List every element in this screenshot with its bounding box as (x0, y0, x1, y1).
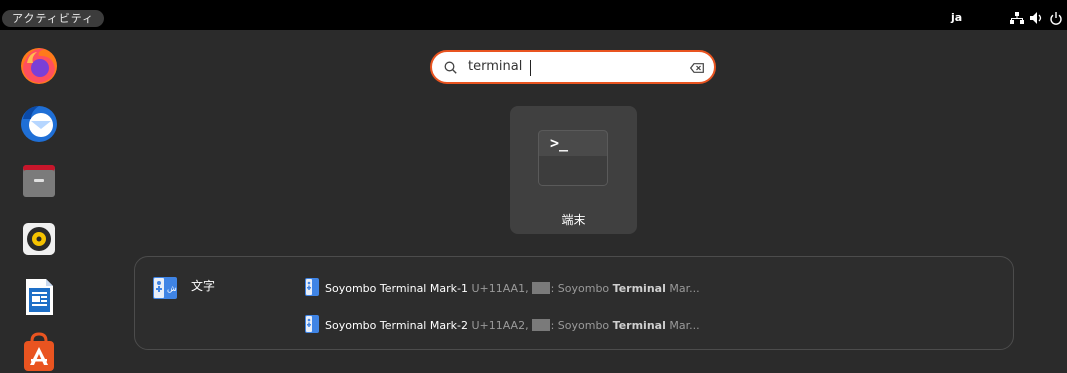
character-name: Soyombo Terminal Mark-1 (325, 282, 468, 295)
search-icon (444, 61, 457, 74)
files-icon[interactable] (17, 159, 61, 203)
character-result-item[interactable]: Soyombo Terminal Mark-1 U+11AA1, : Soyomb… (305, 278, 1005, 298)
character-name: Soyombo Terminal Mark-2 (325, 319, 468, 332)
activities-button[interactable]: アクティビティ (2, 10, 105, 27)
description-suffix: Mar... (665, 319, 700, 332)
search-input[interactable]: terminal (430, 50, 716, 84)
app-result-terminal[interactable]: >_ 端末 (510, 106, 637, 234)
character-codepoint: U+11AA1, (471, 282, 529, 295)
character-description: U+11AA2, : Soyombo Terminal Mar... (471, 319, 700, 332)
description-match: Terminal (612, 282, 666, 295)
glyph-preview (531, 282, 550, 294)
top-bar: アクティビティ ja (0, 0, 1067, 30)
network-icon[interactable] (1010, 12, 1024, 24)
clear-search-icon[interactable] (690, 63, 704, 73)
description-match: Terminal (612, 319, 666, 332)
libreoffice-writer-icon[interactable] (17, 275, 61, 319)
rhythmbox-icon[interactable] (17, 217, 61, 261)
power-icon[interactable] (1050, 12, 1062, 25)
app-center-icon[interactable] (17, 329, 61, 373)
volume-icon[interactable] (1030, 12, 1044, 24)
thunderbird-icon[interactable] (17, 101, 61, 145)
firefox-icon[interactable] (17, 43, 61, 87)
terminal-prompt-glyph: >_ (550, 134, 569, 152)
description-suffix: Mar... (665, 282, 700, 295)
search-query-text: terminal (468, 59, 523, 74)
characters-app-icon (305, 315, 319, 333)
dock (11, 38, 71, 372)
svg-text:ش: ش (167, 284, 177, 293)
character-result-item[interactable]: Soyombo Terminal Mark-2 U+11AA2, : Soyomb… (305, 315, 1005, 335)
characters-app-icon: ش (153, 277, 177, 299)
characters-app-icon (305, 278, 319, 296)
text-caret (530, 60, 531, 76)
terminal-icon (538, 130, 608, 186)
app-result-label: 端末 (561, 213, 586, 227)
description-prefix: : Soyombo (550, 319, 613, 332)
description-prefix: : Soyombo (550, 282, 613, 295)
character-codepoint: U+11AA2, (471, 319, 529, 332)
glyph-preview (531, 319, 550, 331)
input-language-indicator[interactable]: ja (951, 11, 962, 24)
characters-search-provider: ش 文字 Soyombo Terminal Mark-1 U+11AA1, : S… (134, 256, 1014, 350)
provider-label: 文字 (191, 279, 216, 293)
character-description: U+11AA1, : Soyombo Terminal Mar... (471, 282, 700, 295)
